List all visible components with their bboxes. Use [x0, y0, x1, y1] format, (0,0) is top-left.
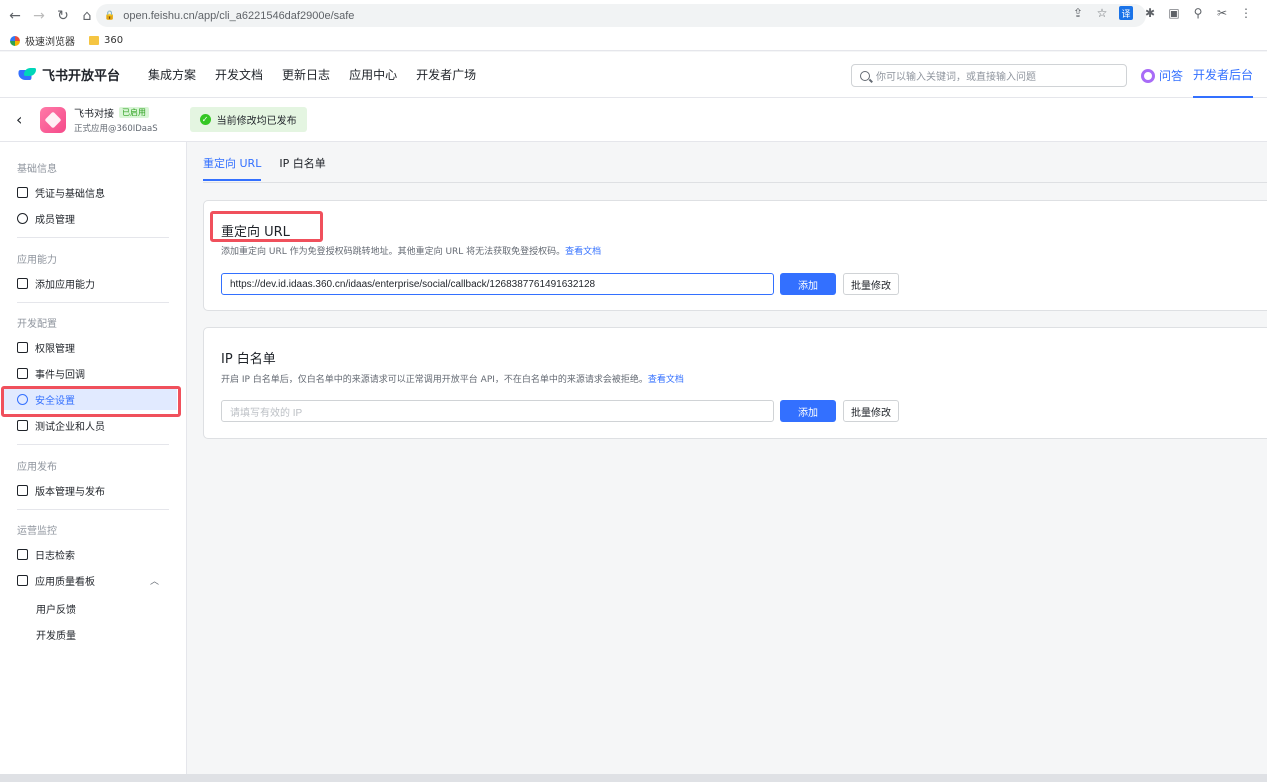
sidebar-group-basic: 基础信息	[17, 164, 57, 175]
bar-chart-icon	[17, 574, 28, 586]
nav-dev-docs[interactable]: 开发文档	[215, 66, 263, 83]
sidebar-group-capability: 应用能力	[17, 255, 57, 266]
log-file-icon	[17, 548, 28, 560]
sidebar-subitem-dev-quality[interactable]: 开发质量	[36, 627, 76, 642]
ip-input[interactable]: 请填写有效的 IP	[221, 400, 774, 422]
divider	[17, 302, 169, 303]
zoom-icon[interactable]: ⚲	[1191, 6, 1205, 20]
sidebar-item-log-search[interactable]: 日志检索	[17, 543, 177, 565]
sidebar-item-versions[interactable]: 版本管理与发布	[17, 479, 177, 501]
check-circle-icon: ✓	[199, 114, 211, 125]
browser-logo-icon	[10, 35, 20, 46]
chevron-up-icon[interactable]: ︿	[150, 574, 159, 587]
upload-icon	[17, 484, 28, 496]
bookmark-360[interactable]: 360	[89, 35, 123, 46]
browser-toolbar: ← → ↻ ⌂ 🔒 open.feishu.cn/app/cli_a622154…	[0, 0, 1267, 31]
user-icon	[17, 212, 28, 224]
menu-dots-icon[interactable]: ⋮	[1239, 6, 1253, 20]
search-input[interactable]: 你可以输入关键词，或直接输入问题	[851, 64, 1127, 87]
lock-icon: 🔒	[104, 10, 116, 21]
tab-ip-whitelist[interactable]: IP 白名单	[279, 155, 325, 181]
url-text: open.feishu.cn/app/cli_a6221546daf2900e/…	[123, 9, 355, 22]
forward-arrow-icon[interactable]: →	[30, 7, 48, 25]
nav-app-center[interactable]: 应用中心	[349, 66, 397, 83]
briefcase-icon	[17, 341, 28, 353]
grid-plus-icon	[17, 277, 28, 289]
view-docs-link[interactable]: 查看文档	[648, 375, 684, 385]
add-button[interactable]: 添加	[780, 400, 836, 422]
developer-console-link[interactable]: 开发者后台	[1193, 52, 1254, 98]
app-header: ‹ 飞书对接 已启用 正式应用@360IDaaS ✓ 当前修改均已发布	[0, 98, 1267, 142]
share-icon[interactable]: ⇪	[1071, 6, 1085, 20]
back-chevron-icon[interactable]: ‹	[16, 110, 30, 129]
batch-edit-button[interactable]: 批量修改	[843, 273, 899, 295]
divider	[17, 444, 169, 445]
sidebar-toggle-icon[interactable]: ▣	[1167, 6, 1181, 20]
scissors-icon[interactable]: ✂	[1215, 6, 1229, 20]
highlight-box	[1, 386, 181, 417]
redirect-url-input[interactable]: https://dev.id.idaas.360.cn/idaas/enterp…	[221, 273, 774, 295]
code-icon	[17, 419, 28, 431]
top-navigation: 飞书开放平台 集成方案 开发文档 更新日志 应用中心 开发者广场 你可以输入关键…	[0, 52, 1267, 98]
ip-card-description: 开启 IP 白名单后，仅白名单中的来源请求可以正常调用开放平台 API，不在白名…	[221, 375, 684, 385]
ip-card-title: IP 白名单	[221, 352, 276, 367]
sidebar-subitem-feedback[interactable]: 用户反馈	[36, 601, 76, 616]
sidebar-item-permissions[interactable]: 权限管理	[17, 336, 177, 358]
sidebar: 基础信息 凭证与基础信息 成员管理 应用能力 添加应用能力 开发配置 权限管理 …	[0, 142, 187, 774]
view-docs-link[interactable]: 查看文档	[565, 247, 601, 257]
sidebar-item-add-capability[interactable]: 添加应用能力	[17, 272, 177, 294]
sidebar-item-events[interactable]: 事件与回调	[17, 362, 177, 384]
nav-dev-square[interactable]: 开发者广场	[416, 66, 476, 83]
reload-icon[interactable]: ↻	[54, 7, 72, 25]
batch-edit-button[interactable]: 批量修改	[843, 400, 899, 422]
status-badge: 已启用	[119, 107, 149, 118]
publish-status-banner: ✓ 当前修改均已发布	[189, 107, 307, 132]
tab-bar: 重定向 URL IP 白名单	[203, 155, 326, 181]
sidebar-group-release: 应用发布	[17, 462, 57, 473]
star-icon[interactable]: ☆	[1095, 6, 1109, 20]
nav-solutions[interactable]: 集成方案	[148, 66, 196, 83]
app-avatar	[40, 106, 66, 133]
divider	[17, 237, 169, 238]
bookmark-speed-browser[interactable]: 极速浏览器	[10, 33, 75, 48]
plus-square-icon	[17, 367, 28, 379]
home-icon[interactable]: ⌂	[78, 7, 96, 25]
back-arrow-icon[interactable]: ←	[6, 7, 24, 25]
highlight-box	[210, 211, 323, 242]
id-card-icon	[17, 186, 28, 198]
feishu-logo-icon	[18, 67, 36, 82]
app-subtitle: 正式应用@360IDaaS	[74, 124, 158, 134]
sidebar-group-dev-config: 开发配置	[17, 319, 57, 330]
divider	[17, 509, 169, 510]
feishu-logo[interactable]: 飞书开放平台	[18, 65, 120, 84]
qa-button[interactable]: 问答	[1141, 67, 1183, 84]
ip-whitelist-card: IP 白名单 开启 IP 白名单后，仅白名单中的来源请求可以正常调用开放平台 A…	[203, 327, 1267, 439]
sidebar-item-credentials[interactable]: 凭证与基础信息	[17, 181, 177, 203]
app-name: 飞书对接	[74, 109, 114, 120]
translate-extension-icon[interactable]: 译	[1119, 6, 1133, 20]
sidebar-item-members[interactable]: 成员管理	[17, 207, 177, 229]
taskbar-strip	[0, 774, 1267, 782]
search-icon	[860, 70, 870, 81]
tab-divider	[203, 182, 1267, 183]
redirect-card-description: 添加重定向 URL 作为免登授权码跳转地址。其他重定向 URL 将无法获取免登授…	[221, 247, 602, 257]
puzzle-icon[interactable]: ✱	[1143, 6, 1157, 20]
bookmarks-bar: 极速浏览器 360	[0, 31, 1267, 51]
add-button[interactable]: 添加	[780, 273, 836, 295]
address-bar[interactable]: 🔒 open.feishu.cn/app/cli_a6221546daf2900…	[96, 4, 1146, 27]
sidebar-group-monitoring: 运营监控	[17, 526, 57, 537]
sidebar-item-test-tenants[interactable]: 测试企业和人员	[17, 414, 177, 436]
folder-icon	[89, 36, 99, 45]
redirect-url-card: 重定向 URL 添加重定向 URL 作为免登授权码跳转地址。其他重定向 URL …	[203, 200, 1267, 311]
tab-redirect-url[interactable]: 重定向 URL	[203, 155, 262, 181]
sidebar-item-quality-board[interactable]: 应用质量看板 ︿	[17, 569, 177, 591]
ai-assistant-icon	[1141, 68, 1155, 83]
nav-changelog[interactable]: 更新日志	[282, 66, 330, 83]
